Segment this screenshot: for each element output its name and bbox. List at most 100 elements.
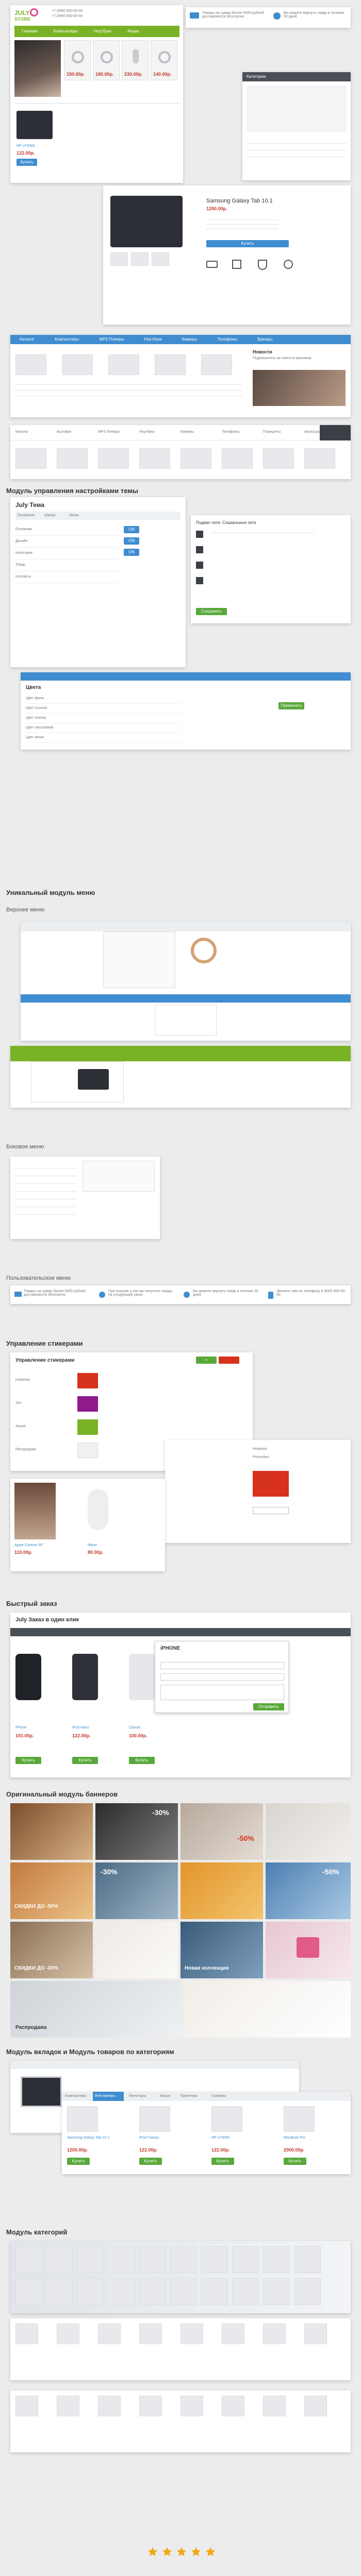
tab[interactable]: Шапка [44, 514, 55, 517]
tab-buy-button[interactable]: Купить [67, 2158, 90, 2165]
category-tile[interactable] [201, 2246, 228, 2273]
category-tile[interactable] [201, 2278, 228, 2305]
buy-button[interactable]: Купить [17, 159, 37, 166]
nav-item[interactable]: Бренды [248, 335, 282, 344]
nav-item[interactable]: Камеры [173, 335, 206, 344]
sticker-product-name[interactable]: Nikon [88, 1544, 97, 1547]
quick-buy-button[interactable]: Купить [72, 1757, 98, 1764]
tab-product-name[interactable]: MacBook Pro [284, 2136, 305, 2140]
category-tile[interactable] [77, 2278, 104, 2305]
theme-row[interactable]: Основная [15, 524, 119, 536]
user-menu-item[interactable]: Товары на сумму более 5000 рублей достав… [24, 1290, 91, 1297]
banner[interactable]: Новая коллекция [180, 1922, 263, 1978]
category-tile[interactable] [15, 2278, 42, 2305]
nav-item-laptops[interactable]: Ноутбуки [87, 26, 119, 37]
tab[interactable]: Веб-камеры [95, 2094, 116, 2098]
banner[interactable] [180, 1862, 263, 1919]
nav-item-home[interactable]: Главная [14, 26, 44, 37]
theme-row[interactable]: Категории [15, 548, 119, 560]
form-textarea[interactable] [160, 1685, 284, 1700]
banner[interactable]: -50% [180, 1803, 263, 1860]
tab[interactable]: Основные [18, 514, 35, 517]
add-to-cart-button[interactable]: Купить [206, 240, 289, 247]
tab[interactable]: Компьютеры [65, 2094, 86, 2098]
logo[interactable]: JULY STORE [14, 8, 45, 23]
category-tile[interactable] [232, 2246, 259, 2273]
category-tile[interactable] [46, 2246, 73, 2273]
tab[interactable]: Сканеры [211, 2094, 226, 2098]
banner[interactable]: -50% [266, 1862, 351, 1919]
nav-item[interactable]: MP3 Плееры [90, 335, 133, 344]
side-product-name[interactable]: HP LP3065 [17, 144, 35, 148]
category-tile[interactable] [139, 2278, 166, 2305]
form-input[interactable] [160, 1662, 284, 1669]
tab[interactable]: Мониторы [129, 2094, 146, 2098]
banner[interactable] [266, 1803, 351, 1860]
iconbar-item[interactable]: Камеры [180, 430, 194, 434]
category-tile[interactable] [232, 2278, 259, 2305]
tab-buy-button[interactable]: Купить [211, 2158, 234, 2165]
save-button[interactable]: Сохранить [196, 608, 227, 615]
category-tile[interactable] [263, 2246, 290, 2273]
banner[interactable]: -30% [95, 1862, 178, 1919]
product-thumb[interactable]: 140.00р. [151, 40, 177, 80]
banner[interactable] [95, 1922, 178, 1978]
quick-product-name[interactable]: Classic [129, 1726, 141, 1730]
sticker-product-name[interactable]: Apple Cinema 30" [14, 1544, 43, 1547]
toggle[interactable]: ON [124, 537, 139, 545]
nav-item[interactable]: Каталог [10, 335, 44, 344]
quick-buy-button[interactable]: Купить [129, 1757, 155, 1764]
user-menu-item[interactable]: При покупке у нас вы получите скидку на … [108, 1290, 175, 1297]
nav-item[interactable]: Ноутбуки [135, 335, 171, 344]
theme-row[interactable]: Дизайн [15, 536, 119, 548]
category-tile[interactable] [263, 2278, 290, 2305]
quick-buy-button[interactable]: Купить [15, 1757, 41, 1764]
banner[interactable] [10, 1803, 93, 1860]
toggle[interactable]: ON [124, 526, 139, 533]
iconbar-active[interactable] [320, 425, 351, 440]
sticker-color-swatch[interactable] [77, 1373, 98, 1388]
banner[interactable]: СКИДКИ ДО -30% [10, 1922, 93, 1978]
category-tile[interactable] [170, 2278, 197, 2305]
toggle[interactable]: ON [124, 549, 139, 556]
iconbar-item[interactable]: Ноутбуки [139, 430, 155, 434]
sticker-color-swatch[interactable] [77, 1443, 98, 1458]
category-tile[interactable] [139, 2246, 166, 2273]
category-tile[interactable] [46, 2278, 73, 2305]
form-input[interactable] [160, 1673, 284, 1681]
quick-product-name[interactable]: iPhone [15, 1726, 27, 1730]
product-thumb[interactable]: 230.00р. [122, 40, 149, 80]
sticker-select[interactable] [253, 1507, 289, 1514]
tab-buy-button[interactable]: Купить [139, 2158, 162, 2165]
banner[interactable] [183, 1981, 351, 2038]
sticker-color-swatch[interactable] [77, 1396, 98, 1412]
color-row[interactable]: Цвет меню [26, 733, 180, 743]
sticker-cancel-button[interactable] [219, 1357, 239, 1364]
submit-button[interactable]: Отправить [253, 1703, 284, 1710]
tab[interactable]: Мыши [160, 2094, 170, 2098]
iconbar-item[interactable]: Бытовая [57, 430, 71, 434]
color-row[interactable]: Цвет фона [26, 694, 180, 704]
tab-product-name[interactable]: HP LP3065 [211, 2136, 230, 2140]
product-thumb[interactable]: 180.00р. [93, 40, 120, 80]
category-tile[interactable] [170, 2246, 197, 2273]
theme-row[interactable]: Контакты [15, 571, 119, 583]
iconbar-item[interactable]: Каталог [15, 430, 28, 434]
banner[interactable]: Распродажа [10, 1981, 180, 2038]
tab[interactable]: Меню [69, 514, 79, 517]
user-menu-item[interactable]: Звоните нам по телефону 8 (800) 000-00-0… [276, 1290, 349, 1297]
iconbar-item[interactable]: Планшеты [263, 430, 281, 434]
theme-row[interactable]: Товар [15, 560, 119, 571]
iconbar-item[interactable]: Телефоны [222, 430, 239, 434]
category-tile[interactable] [77, 2246, 104, 2273]
tab-buy-button[interactable]: Купить [284, 2158, 306, 2165]
banner[interactable]: СКИДКИ ДО -50% [10, 1862, 93, 1919]
sticker-color-swatch[interactable] [77, 1419, 98, 1435]
iconbar-item[interactable]: MP3 Плееры [98, 430, 120, 434]
category-tile[interactable] [294, 2278, 321, 2305]
category-tile[interactable] [108, 2278, 135, 2305]
nav-item[interactable]: Телефоны [208, 335, 247, 344]
color-row[interactable]: Цвет заголовков [26, 723, 180, 733]
tab-product-name[interactable]: iPod Classic [139, 2136, 159, 2140]
color-row[interactable]: Цвет кнопок [26, 714, 180, 723]
